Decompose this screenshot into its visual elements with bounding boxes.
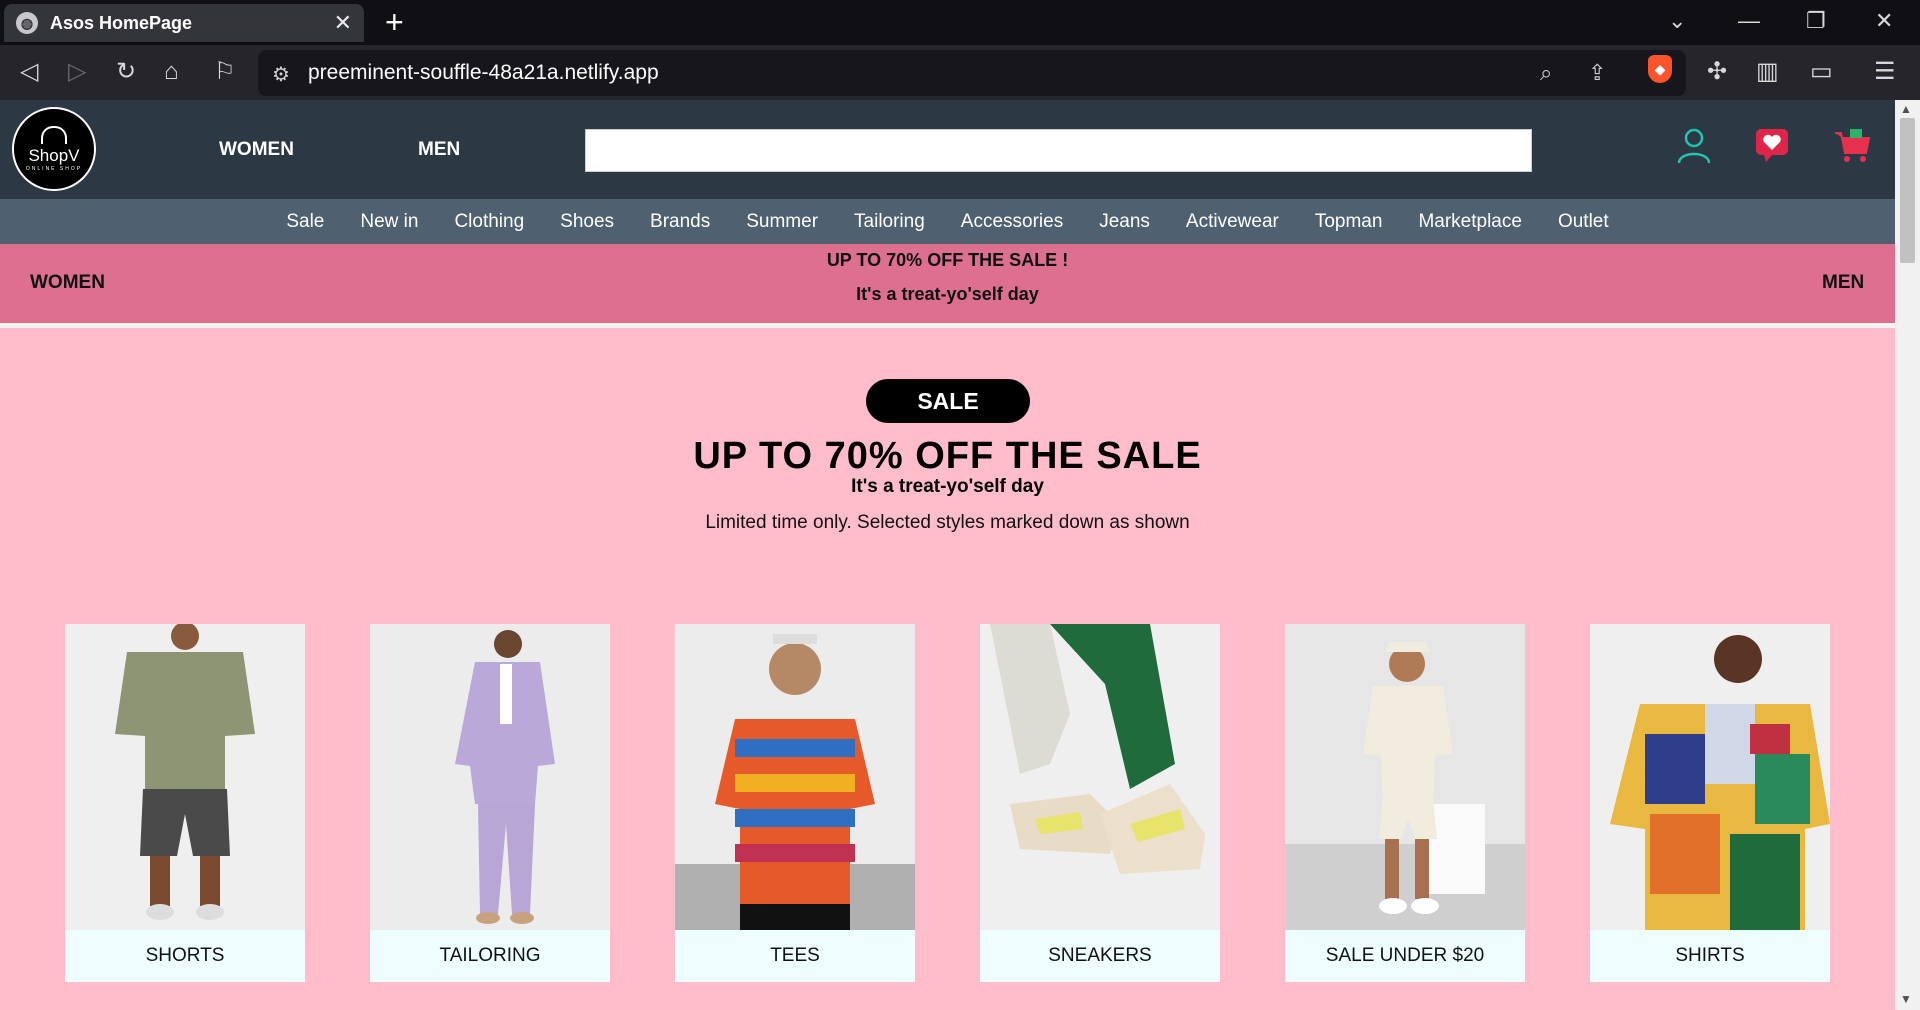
url-text: preeminent-souffle-48a21a.netlify.app	[308, 61, 659, 84]
promo-subline: It's a treat-yo'self day	[856, 284, 1039, 304]
category-link-summer[interactable]: Summer	[728, 211, 836, 233]
category-link-marketplace[interactable]: Marketplace	[1400, 211, 1540, 233]
site-settings-icon[interactable]: ⚙	[272, 62, 290, 87]
scroll-up-arrow-icon[interactable]: ▲	[1900, 102, 1912, 116]
tab-title: Asos HomePage	[50, 12, 193, 33]
promo-strip: WOMEN UP TO 70% OFF THE SALE ! It's a tr…	[0, 244, 1895, 323]
brave-shields-icon[interactable]: ◆	[1648, 55, 1672, 83]
sneakers-image	[980, 624, 1220, 930]
category-link-jeans[interactable]: Jeans	[1081, 211, 1168, 233]
promo-men-link[interactable]: MEN	[1822, 272, 1864, 294]
scrollbar-thumb[interactable]	[1900, 118, 1915, 263]
tees-model-image	[675, 624, 915, 930]
hero-note: Limited time only. Selected styles marke…	[705, 512, 1190, 533]
scroll-down-arrow-icon[interactable]: ▼	[1900, 992, 1912, 1006]
back-icon[interactable]: ◁	[20, 57, 38, 87]
wishlist-heart-icon[interactable]	[1752, 125, 1792, 165]
category-link-brands[interactable]: Brands	[632, 211, 728, 233]
cart-icon[interactable]	[1832, 125, 1872, 165]
reload-icon[interactable]: ↻	[116, 57, 136, 87]
shop-logo[interactable]: ShopV ONLINE SHOP	[12, 107, 96, 191]
category-card-tailoring[interactable]: TAILORING	[370, 624, 610, 982]
shirts-model-image	[1590, 624, 1830, 930]
address-bar[interactable]: ⚙ preeminent-souffle-48a21a.netlify.app …	[258, 50, 1686, 96]
hero-subtitle: It's a treat-yo'self day	[851, 476, 1044, 497]
women-link[interactable]: WOMEN	[219, 139, 294, 161]
forward-icon[interactable]: ▷	[68, 57, 86, 87]
shopping-bag-icon	[41, 126, 67, 144]
category-link-topman[interactable]: Topman	[1297, 211, 1401, 233]
menu-icon[interactable]: ☰	[1874, 57, 1896, 86]
logo-tagline: ONLINE SHOP	[25, 166, 83, 172]
zoom-icon[interactable]: ⌕	[1540, 60, 1552, 86]
category-link-shoes[interactable]: Shoes	[542, 211, 632, 233]
tab-list-chevron-icon[interactable]: ⌄	[1668, 8, 1686, 34]
category-card-tees[interactable]: TEES	[675, 624, 915, 982]
logo-name: ShopV	[28, 146, 80, 165]
bookmark-icon[interactable]: ⚐	[214, 57, 236, 87]
browser-tab-strip: ◍ Asos HomePage ✕ + ⌄ — ❐ ✕	[0, 0, 1920, 45]
category-card-sale-under-20[interactable]: SALE UNDER $20	[1285, 624, 1525, 982]
category-link-clothing[interactable]: Clothing	[436, 211, 542, 233]
card-label: TEES	[675, 930, 915, 982]
hero-title: UP TO 70% OFF THE SALE	[693, 435, 1202, 477]
search-input[interactable]	[585, 129, 1532, 172]
category-card-shorts[interactable]: SHORTS	[65, 624, 305, 982]
category-link-sale[interactable]: Sale	[268, 211, 342, 233]
card-label: SALE UNDER $20	[1285, 930, 1525, 982]
wallet-icon[interactable]: ▭	[1810, 57, 1833, 86]
category-nav: Sale New in Clothing Shoes Brands Summer Tailo…	[0, 199, 1895, 244]
category-card-shirts[interactable]: SHIRTS	[1590, 624, 1830, 982]
category-card-sneakers[interactable]: SNEAKERS	[980, 624, 1220, 982]
browser-tab[interactable]: ◍ Asos HomePage ✕	[4, 4, 364, 42]
divider	[0, 323, 1895, 328]
extensions-icon[interactable]: ✣	[1707, 57, 1727, 86]
men-link[interactable]: MEN	[418, 139, 460, 161]
sale-badge-button[interactable]: SALE	[866, 379, 1030, 423]
card-label: TAILORING	[370, 930, 610, 982]
user-icon[interactable]	[1674, 125, 1714, 165]
browser-toolbar: ◁ ▷ ↻ ⌂ ⚐ ⚙ preeminent-souffle-48a21a.ne…	[0, 45, 1920, 100]
sale-under-20-model-image	[1285, 624, 1525, 930]
category-link-tailoring[interactable]: Tailoring	[836, 211, 943, 233]
minimize-icon[interactable]: —	[1738, 8, 1760, 34]
tailoring-model-image	[370, 624, 610, 930]
category-link-accessories[interactable]: Accessories	[943, 211, 1081, 233]
category-link-activewear[interactable]: Activewear	[1168, 211, 1297, 233]
home-icon[interactable]: ⌂	[164, 57, 179, 87]
new-tab-button[interactable]: +	[385, 6, 404, 38]
close-tab-icon[interactable]: ✕	[334, 10, 352, 36]
card-label: SHIRTS	[1590, 930, 1830, 982]
web-page: ShopV ONLINE SHOP WOMEN MEN Sale New in Cl…	[0, 100, 1895, 1010]
category-link-new-in[interactable]: New in	[342, 211, 436, 233]
card-label: SHORTS	[65, 930, 305, 982]
promo-headline: UP TO 70% OFF THE SALE !	[826, 250, 1069, 270]
globe-icon: ◍	[16, 12, 38, 34]
shorts-model-image	[65, 624, 305, 930]
restore-icon[interactable]: ❐	[1806, 8, 1826, 34]
card-label: SNEAKERS	[980, 930, 1220, 982]
share-icon[interactable]: ⇪	[1588, 60, 1606, 86]
site-header: ShopV ONLINE SHOP WOMEN MEN	[0, 100, 1895, 199]
category-link-outlet[interactable]: Outlet	[1540, 211, 1627, 233]
window-close-icon[interactable]: ✕	[1875, 8, 1893, 34]
sidebar-icon[interactable]: ▥	[1756, 57, 1779, 86]
